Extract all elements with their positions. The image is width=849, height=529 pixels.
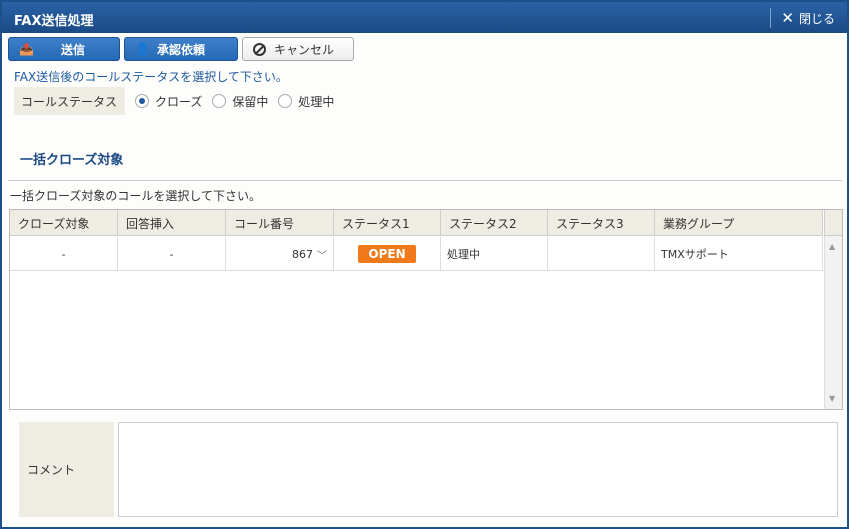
comment-input[interactable]: [118, 422, 838, 517]
col-close-target[interactable]: クローズ対象: [10, 210, 118, 236]
close-icon: ✕: [781, 8, 794, 27]
scroll-up-icon[interactable]: ▲: [829, 242, 835, 251]
table-header: クローズ対象 回答挿入 コール番号 ステータス1 ステータス2 ステータス3 業…: [10, 210, 823, 236]
col-call-number[interactable]: コール番号: [226, 210, 334, 236]
call-status-label: コールステータス: [14, 87, 125, 115]
call-status-hint: FAX送信後のコールステータスを選択して下さい。: [14, 70, 288, 84]
radio-close-indicator[interactable]: [135, 94, 149, 108]
radio-close-label: クローズ: [155, 94, 203, 109]
cell-status1: OPEN: [334, 237, 441, 271]
radio-hold-label: 保留中: [232, 94, 269, 109]
radio-processing[interactable]: 処理中: [278, 93, 334, 110]
cell-status3: [548, 237, 655, 271]
title-bar: FAX送信処理 ✕ 閉じる: [2, 2, 847, 33]
radio-hold[interactable]: 保留中: [212, 93, 268, 110]
fax-dialog: FAX送信処理 ✕ 閉じる 📤 送信 👤 承認依頼 キャンセル FAX送信後のコ…: [0, 0, 849, 529]
close-button[interactable]: ✕ 閉じる: [770, 8, 835, 28]
comment-label: コメント: [19, 422, 114, 517]
call-table: クローズ対象 回答挿入 コール番号 ステータス1 ステータス2 ステータス3 業…: [9, 209, 843, 410]
radio-processing-indicator[interactable]: [278, 94, 293, 108]
send-label: 送信: [61, 42, 86, 57]
col-status2[interactable]: ステータス2: [441, 210, 548, 236]
cell-call-number[interactable]: 867 ﹀: [226, 237, 334, 271]
radio-hold-indicator[interactable]: [212, 94, 227, 108]
call-status-row: コールステータス クローズ 保留中 処理中: [14, 87, 334, 115]
table-scrollbar[interactable]: ▲ ▼: [824, 236, 842, 409]
cell-answer-insert[interactable]: -: [118, 237, 226, 271]
cancel-button[interactable]: キャンセル: [242, 37, 354, 61]
col-status1[interactable]: ステータス1: [334, 210, 441, 236]
radio-processing-label: 処理中: [298, 94, 335, 109]
cell-group: TMXサポート: [655, 237, 823, 271]
divider: [8, 180, 842, 181]
cell-close-target[interactable]: -: [10, 237, 118, 271]
cell-status2: 処理中: [441, 237, 548, 271]
scroll-down-icon[interactable]: ▼: [829, 394, 835, 403]
approve-request-button[interactable]: 👤 承認依頼: [124, 37, 238, 61]
radio-close[interactable]: クローズ: [135, 93, 202, 110]
approve-label: 承認依頼: [157, 42, 206, 57]
scroll-header-corner: [824, 210, 842, 236]
table-row[interactable]: - - 867 ﹀ OPEN 処理中 TMXサポート: [10, 237, 823, 271]
call-number-value: 867: [292, 247, 313, 261]
send-icon: 📤: [19, 42, 34, 56]
chevron-down-icon[interactable]: ﹀: [317, 247, 327, 262]
bulk-close-title: 一括クローズ対象: [20, 153, 124, 168]
toolbar: 📤 送信 👤 承認依頼 キャンセル: [8, 37, 354, 61]
status-badge: OPEN: [358, 245, 416, 263]
col-answer-insert[interactable]: 回答挿入: [118, 210, 226, 236]
col-group[interactable]: 業務グループ: [655, 210, 823, 236]
cancel-icon: [253, 42, 266, 56]
bulk-close-hint: 一括クローズ対象のコールを選択して下さい。: [10, 189, 262, 203]
send-button[interactable]: 📤 送信: [8, 37, 120, 61]
close-label: 閉じる: [798, 11, 835, 26]
dialog-title: FAX送信処理: [14, 14, 94, 29]
col-status3[interactable]: ステータス3: [548, 210, 655, 236]
cancel-label: キャンセル: [274, 42, 335, 57]
add-user-icon: 👤: [135, 42, 150, 56]
